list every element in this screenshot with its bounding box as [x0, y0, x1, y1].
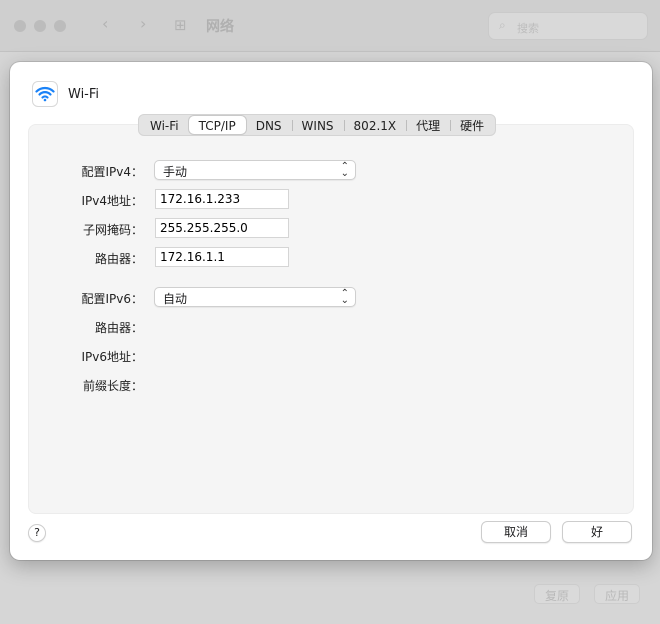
- back-icon: ‹: [102, 14, 109, 33]
- search-icon: ⌕: [499, 18, 506, 32]
- tab-tcpip[interactable]: TCP/IP: [188, 116, 246, 134]
- close-window-icon: [14, 20, 26, 32]
- prefix-length-label: 前缀长度：: [82, 379, 143, 393]
- sheet-title: Wi-Fi: [68, 87, 100, 102]
- search-placeholder: 搜索: [517, 22, 539, 35]
- zoom-window-icon: [54, 20, 66, 32]
- forward-icon: ›: [140, 14, 147, 33]
- tab-8021x[interactable]: 802.1X: [343, 116, 407, 134]
- apply-button: 应用: [594, 584, 641, 604]
- grid-icon: ⊞: [174, 16, 187, 34]
- ipv6-router-label: 路由器：: [94, 321, 143, 335]
- ok-button[interactable]: 好: [562, 521, 632, 543]
- minimize-window-icon: [34, 20, 46, 32]
- search-input: ⌕ 搜索: [488, 12, 648, 40]
- ipv6-config-label: 配置IPv6：: [81, 292, 143, 306]
- ipv4-config-value: 手动: [163, 165, 188, 179]
- help-button[interactable]: ?: [28, 524, 46, 542]
- subnet-mask-label: 子网掩码：: [82, 223, 143, 237]
- ipv4-address-label: IPv4地址：: [81, 194, 143, 208]
- background-toolbar: ‹ › ⊞ 网络 ⌕ 搜索: [0, 0, 660, 52]
- wifi-icon: [32, 81, 58, 107]
- revert-button: 复原: [534, 584, 581, 604]
- chevron-up-down-icon: ⌃ ⌄: [340, 161, 349, 179]
- ipv4-config-label: 配置IPv4：: [81, 165, 143, 179]
- tcpip-panel: 配置IPv4： 手动 ⌃⌄ IPv4地址： 子网掩码： 路由器： 配置IPv6：…: [28, 124, 634, 514]
- ipv6-config-select[interactable]: 自动 ⌃ ⌄: [154, 287, 356, 307]
- ipv6-address-label: IPv6地址：: [81, 350, 143, 364]
- ipv4-address-field[interactable]: [155, 189, 289, 209]
- ipv4-config-select[interactable]: 手动 ⌃ ⌄: [154, 160, 356, 180]
- tab-wins[interactable]: WINS: [291, 116, 344, 134]
- tab-wifi[interactable]: Wi-Fi: [140, 116, 189, 134]
- cancel-button[interactable]: 取消: [481, 521, 551, 543]
- window-title: 网络: [206, 19, 234, 35]
- ipv4-router-label: 路由器：: [94, 252, 143, 266]
- chevron-up-down-icon: ⌃ ⌄: [340, 288, 349, 306]
- tab-dns[interactable]: DNS: [246, 116, 292, 134]
- tab-proxy[interactable]: 代理: [406, 116, 450, 134]
- tab-hardware[interactable]: 硬件: [450, 116, 494, 134]
- wifi-details-sheet: Wi-Fi 配置IPv4： 手动 ⌃⌄ IPv4地址： 子网掩码： 路由器： 配…: [10, 62, 652, 560]
- tab-bar: Wi-Fi TCP/IP DNS WINS 802.1X 代理 硬件: [138, 114, 497, 136]
- ipv4-router-field[interactable]: [155, 247, 289, 267]
- subnet-mask-field[interactable]: [155, 218, 289, 238]
- ipv6-config-value: 自动: [163, 292, 188, 306]
